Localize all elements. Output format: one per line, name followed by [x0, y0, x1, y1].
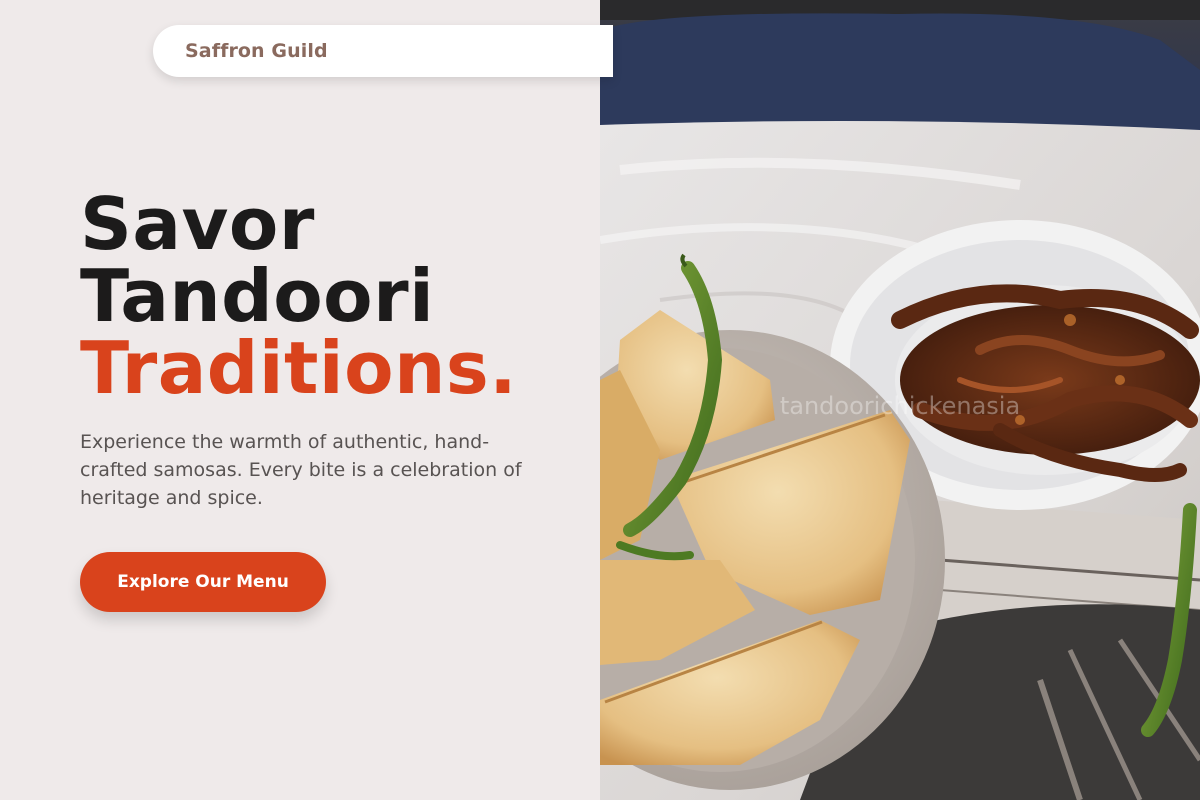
image-watermark: tandoorichickenasia — [780, 392, 1020, 420]
headline-line-2: Tandoori — [80, 254, 435, 338]
hero-content: Savor Tandoori Traditions. Experience th… — [0, 0, 600, 800]
headline-line-1: Savor — [80, 182, 315, 266]
explore-menu-button[interactable]: Explore Our Menu — [80, 552, 326, 612]
brand-logo-text[interactable]: Saffron Guild — [185, 40, 328, 62]
hero-headline: Savor Tandoori Traditions. — [80, 188, 517, 404]
top-brand-bar: Saffron Guild — [153, 25, 613, 77]
headline-line-3-accent: Traditions. — [80, 326, 518, 410]
hero-food-image: tandoorichickenasia — [600, 0, 1200, 800]
hero-description: Experience the warmth of authentic, hand… — [80, 431, 522, 509]
